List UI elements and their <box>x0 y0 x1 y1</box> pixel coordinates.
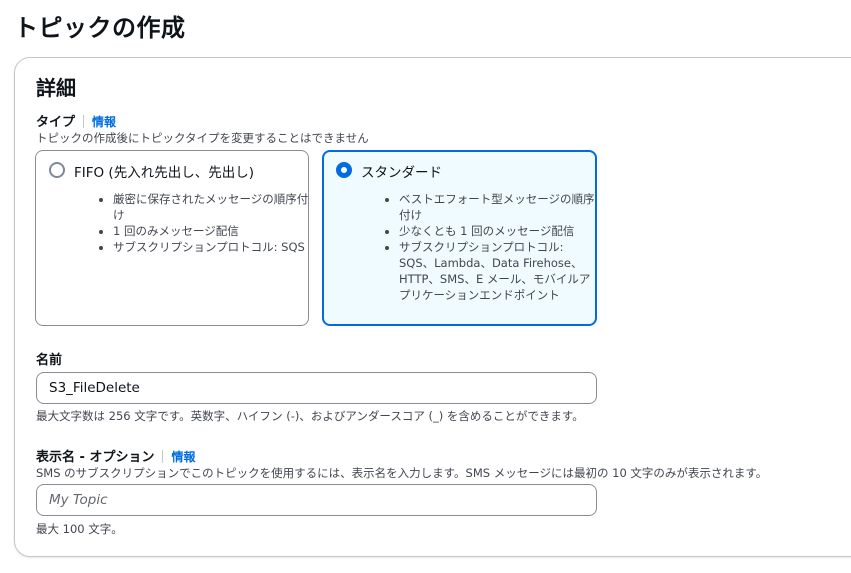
name-constraint: 最大文字数は 256 文字です。英数字、ハイフン (-)、およびアンダースコア … <box>36 409 584 423</box>
list-item: サブスクリプションプロトコル: SQS <box>113 239 311 255</box>
divider <box>162 450 164 463</box>
display-name-label: 表示名 - オプション <box>36 450 155 465</box>
list-item: ベストエフォート型メッセージの順序付け <box>399 191 599 223</box>
list-item: 1 回のみメッセージ配信 <box>113 223 311 239</box>
divider <box>83 115 85 128</box>
name-input[interactable] <box>36 372 597 404</box>
type-info-link[interactable]: 情報 <box>92 115 116 129</box>
list-item: 厳密に保存されたメッセージの順序付け <box>113 191 311 223</box>
fifo-option-title: FIFO (先入れ先出し、先出し) <box>74 165 254 181</box>
type-label: タイプ <box>36 115 76 130</box>
list-item: 少なくとも 1 回のメッセージ配信 <box>399 223 599 239</box>
standard-feature-list: ベストエフォート型メッセージの順序付け 少なくとも 1 回のメッセージ配信 サブ… <box>384 191 599 303</box>
fifo-radio[interactable] <box>49 162 65 178</box>
display-name-label-row: 表示名 - オプション 情報 <box>36 446 195 465</box>
display-name-input[interactable] <box>36 484 597 516</box>
fifo-feature-list: 厳密に保存されたメッセージの順序付け 1 回のみメッセージ配信 サブスクリプショ… <box>98 191 311 255</box>
display-name-info-link[interactable]: 情報 <box>171 450 195 464</box>
page-title: トピックの作成 <box>14 14 186 42</box>
panel-title: 詳細 <box>36 76 76 100</box>
standard-option-card[interactable]: スタンダード ベストエフォート型メッセージの順序付け 少なくとも 1 回のメッセ… <box>322 150 597 326</box>
list-item: サブスクリプションプロトコル: SQS、Lambda、Data Firehose… <box>399 239 599 303</box>
fifo-option-card[interactable]: FIFO (先入れ先出し、先出し) 厳密に保存されたメッセージの順序付け 1 回… <box>35 150 309 326</box>
name-label: 名前 <box>36 353 63 368</box>
type-label-row: タイプ 情報 <box>36 111 116 130</box>
display-name-constraint: 最大 100 文字。 <box>36 522 123 536</box>
standard-option-title: スタンダード <box>361 165 442 181</box>
type-description: トピックの作成後にトピックタイプを変更することはできません <box>36 131 369 145</box>
standard-radio[interactable] <box>336 162 352 178</box>
display-name-description: SMS のサブスクリプションでこのトピックを使用するには、表示名を入力します。S… <box>36 466 768 480</box>
